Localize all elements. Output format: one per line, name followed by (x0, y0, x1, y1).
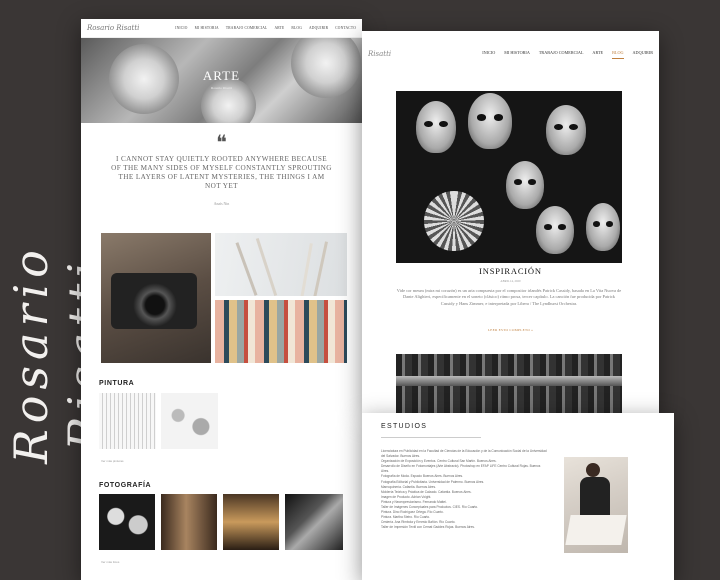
nav-item-inicio[interactable]: INICIO (482, 50, 495, 59)
quote-author: Anaïs Nin (213, 202, 230, 206)
blog-nav-menu: INICIO MI HISTORIA TRABAJO COMERCIAL ART… (482, 50, 653, 59)
post-title[interactable]: INSPIRACIÓN (362, 266, 659, 276)
nav-menu: INICIO MI HISTORIA TRABAJO COMERCIAL ART… (175, 26, 356, 30)
quote-block: ❝ I CANNOT STAY QUIETLY ROOTED ANYWHERE … (81, 123, 362, 206)
signature: Rosario Risatti (4, 0, 112, 580)
top-nav: Rosario Risatti INICIO MI HISTORIA TRABA… (81, 19, 362, 38)
divider (381, 437, 481, 438)
arte-page: Rosario Risatti INICIO MI HISTORIA TRABA… (81, 19, 362, 580)
mask-shape (586, 203, 620, 251)
mask-shape (536, 206, 574, 254)
mask-shape (416, 101, 456, 153)
post-excerpt: Vide cor meum (mira mi corazón) es un ar… (396, 288, 622, 306)
nav-item-inicio[interactable]: INICIO (175, 26, 187, 30)
pencils-photo[interactable] (215, 300, 347, 363)
blog-nav: Risatti INICIO MI HISTORIA TRABAJO COMER… (362, 31, 659, 77)
ver-mas-fotos-link[interactable]: Ver más fotos (101, 560, 119, 564)
post-image-rails[interactable] (396, 354, 622, 413)
brush-handle (300, 243, 313, 296)
nav-item-blog[interactable]: BLOG (291, 26, 302, 30)
brushes-photo[interactable] (215, 233, 347, 296)
nav-item-mi-historia[interactable]: MI HISTORIA (195, 26, 219, 30)
quote-text: I CANNOT STAY QUIETLY ROOTED ANYWHERE BE… (111, 155, 332, 190)
camera-photo[interactable] (101, 233, 211, 363)
estudios-list: Licenciatura en Publicidad en la Faculta… (381, 449, 549, 531)
post-date: ABRIL 14, 2020 (500, 279, 521, 283)
nav-item-arte[interactable]: ARTE (274, 26, 284, 30)
studio-photo (564, 457, 628, 553)
painting-thumb-flowers[interactable] (161, 393, 218, 449)
fan-shape (424, 191, 484, 251)
photo-thumb-night[interactable] (285, 494, 343, 550)
brush-handle (235, 242, 258, 296)
nav-item-adquirir[interactable]: ADQUIRIR (633, 50, 653, 59)
mask-shape (468, 93, 512, 149)
nav-item-trabajo-comercial[interactable]: TRABAJO COMERCIAL (226, 26, 268, 30)
nav-item-arte[interactable]: ARTE (592, 50, 603, 59)
list-item: Licenciatura en Publicidad en la Faculta… (381, 449, 547, 459)
ver-mas-pinturas-link[interactable]: Ver más pinturas (101, 459, 124, 463)
quote-icon: ❝ (216, 132, 227, 154)
photo-thumb-masks[interactable] (99, 494, 155, 550)
list-item: Taller de Impresión Textil con Cemat Gad… (381, 525, 475, 530)
read-more-link[interactable]: LEER ESTO COMPLETO » (362, 328, 659, 332)
blog-logo[interactable]: Risatti (368, 50, 391, 58)
photo-thumb-cafe[interactable] (223, 494, 279, 550)
mask-shape (546, 105, 586, 155)
painting-thumb-city[interactable] (99, 393, 156, 449)
flower-image (201, 78, 256, 123)
pintura-heading: PINTURA (99, 380, 135, 387)
nav-item-adquirir[interactable]: ADQUIRIR (309, 26, 328, 30)
estudios-page: ESTUDIOS Licenciatura en Publicidad en l… (362, 413, 674, 580)
brush-handle (313, 241, 328, 296)
drawing-paper (565, 515, 627, 545)
site-logo[interactable]: Rosario Risatti (87, 24, 139, 32)
person-head (586, 463, 600, 477)
post-image-masks[interactable] (396, 91, 622, 263)
fotografia-heading: FOTOGRAFÍA (99, 482, 152, 489)
estudios-title: ESTUDIOS (381, 423, 428, 430)
nav-item-mi-historia[interactable]: MI HISTORIA (504, 50, 530, 59)
camera-lens (133, 283, 177, 327)
nav-item-trabajo-comercial[interactable]: TRABAJO COMERCIAL (539, 50, 584, 59)
nav-item-contacto[interactable]: CONTACTO (335, 26, 356, 30)
brush-handle (255, 238, 278, 296)
blog-page: Risatti INICIO MI HISTORIA TRABAJO COMER… (362, 31, 659, 413)
mask-shape (506, 161, 544, 209)
list-item: Desarrollo de Diseño en Fotomontajes (Ar… (381, 464, 541, 474)
hero-subtitle: Rosario Risatti (211, 86, 232, 90)
hero-title: ARTE (202, 68, 241, 83)
photo-grid (101, 233, 347, 363)
nav-item-blog-active[interactable]: BLOG (612, 50, 624, 59)
hero-banner: ARTE Rosario Risatti (81, 38, 362, 123)
photo-thumb-street[interactable] (161, 494, 217, 550)
